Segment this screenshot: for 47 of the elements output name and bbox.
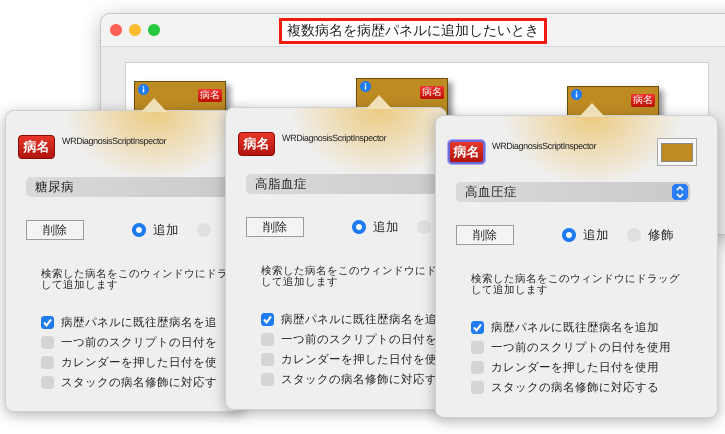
radio-option[interactable]: 追加	[352, 218, 399, 236]
radio-option[interactable]	[417, 220, 431, 234]
delete-button[interactable]: 削除	[246, 217, 304, 237]
close-button[interactable]	[110, 24, 122, 36]
delete-button[interactable]: 削除	[456, 225, 514, 245]
option-checkbox[interactable]: カレンダーを押した日付を使	[41, 355, 217, 370]
disease-dropdown[interactable]: 高血圧症	[456, 182, 690, 202]
panel-title: WRDiagnosisScriptInspector	[492, 141, 596, 151]
option-checkbox[interactable]: 一つ前のスクリプトの日付を	[261, 332, 437, 347]
popover-pointer	[579, 102, 605, 117]
option-checkbox[interactable]: 一つ前のスクリプトの日付を	[41, 335, 217, 350]
checkmark-icon	[471, 321, 484, 334]
diagnosis-badge: 病名	[420, 86, 444, 99]
instruction-text: 検索した病名をこのウィンドウにド して追加します	[261, 266, 438, 288]
option-checkbox[interactable]: 一つ前のスクリプトの日付を使用	[471, 340, 671, 355]
instruction-text: 検索した病名をこのウィンドウにドラ して追加します	[41, 269, 229, 291]
option-checkbox[interactable]: スタックの病名修飾に対応す	[41, 375, 217, 390]
panel-title: WRDiagnosisScriptInspector	[282, 133, 386, 143]
popover-pointer	[141, 97, 167, 112]
radio-option[interactable]: 修飾	[627, 226, 674, 244]
checkmark-icon	[261, 313, 274, 326]
option-checkbox[interactable]: カレンダーを押した日付を使	[261, 352, 437, 367]
instruction-text: 検索した病名をこのウィンドウにドラッグ して追加します	[471, 274, 681, 296]
color-well[interactable]	[657, 138, 697, 166]
delete-button[interactable]: 削除	[26, 220, 84, 240]
radio-option[interactable]: 追加	[562, 226, 609, 244]
popover-pointer	[366, 94, 392, 109]
diagnosis-badge[interactable]: 病名	[448, 140, 485, 164]
option-checkbox[interactable]: 病歴パネルに既往歴病名を追	[261, 312, 437, 327]
info-icon[interactable]	[571, 89, 582, 100]
diagnosis-badge: 病名	[631, 94, 655, 107]
info-icon[interactable]	[138, 84, 149, 95]
checkmark-icon	[41, 316, 54, 329]
option-checkbox[interactable]: 病歴パネルに既往歴病名を追	[41, 315, 217, 330]
diagnosis-badge[interactable]: 病名	[18, 135, 55, 159]
zoom-button[interactable]	[148, 24, 160, 36]
option-checkbox[interactable]: スタックの病名修飾に対応す	[261, 372, 437, 387]
radio-option[interactable]: 追加	[132, 222, 179, 238]
stepper-icon[interactable]	[672, 184, 688, 200]
option-checkbox[interactable]: カレンダーを押した日付を使用	[471, 360, 659, 375]
diagnosis-badge[interactable]: 病名	[238, 132, 275, 156]
panel-title: WRDiagnosisScriptInspector	[62, 136, 166, 146]
option-checkbox[interactable]: 病歴パネルに既往歴病名を追加	[471, 320, 659, 335]
diagnosis-badge: 病名	[198, 89, 222, 102]
info-icon[interactable]	[360, 81, 371, 92]
option-checkbox[interactable]: スタックの病名修飾に対応する	[471, 380, 659, 395]
window-title: 複数病名を病歴パネルに追加したいとき	[279, 18, 547, 44]
